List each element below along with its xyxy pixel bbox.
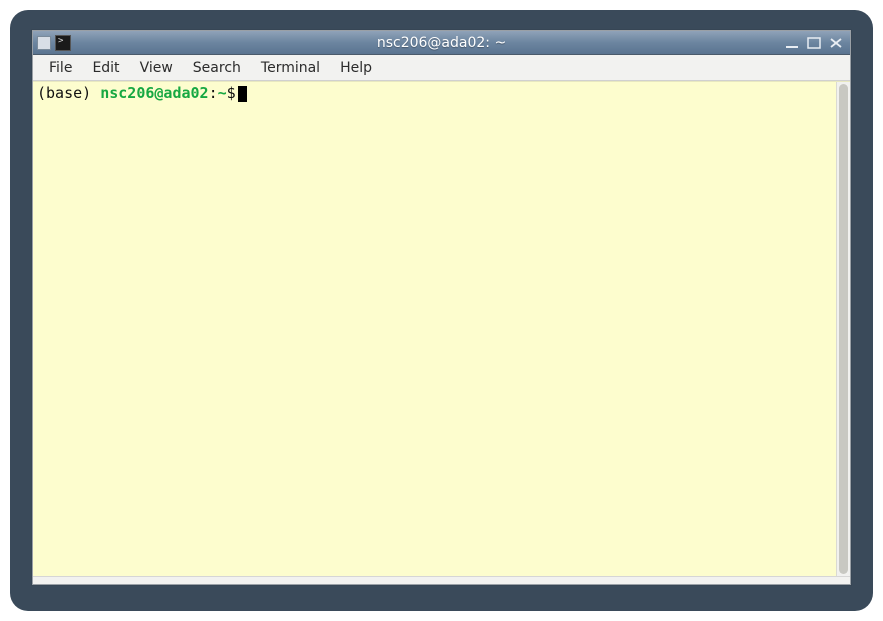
maximize-icon [806, 36, 822, 50]
menu-file[interactable]: File [39, 58, 82, 78]
prompt-env-prefix: (base) [37, 84, 100, 102]
prompt-symbol: $ [227, 84, 236, 102]
minimize-icon [784, 36, 800, 50]
prompt-path: ~ [218, 84, 227, 102]
window-title: nsc206@ada02: ~ [33, 35, 850, 51]
menu-edit[interactable]: Edit [82, 58, 129, 78]
terminal-window: nsc206@ada02: ~ [32, 30, 851, 585]
menu-help[interactable]: Help [330, 58, 382, 78]
close-button[interactable] [826, 34, 846, 52]
titlebar-left [37, 35, 71, 51]
minimize-button[interactable] [782, 34, 802, 52]
titlebar-right [782, 34, 846, 52]
prompt-separator: : [209, 84, 218, 102]
cursor-icon [238, 86, 247, 102]
terminal-body-wrap: (base) nsc206@ada02:~$ [33, 81, 850, 576]
titlebar[interactable]: nsc206@ada02: ~ [33, 31, 850, 55]
terminal-area[interactable]: (base) nsc206@ada02:~$ [33, 82, 836, 576]
maximize-button[interactable] [804, 34, 824, 52]
desktop-frame: nsc206@ada02: ~ [10, 10, 873, 611]
window-menu-icon[interactable] [37, 36, 51, 50]
close-icon [828, 36, 844, 50]
window-bottom-strip [33, 576, 850, 584]
terminal-app-icon [55, 35, 71, 51]
menu-search[interactable]: Search [183, 58, 251, 78]
vertical-scrollbar[interactable] [836, 82, 850, 576]
scrollbar-thumb[interactable] [839, 84, 848, 574]
menubar: File Edit View Search Terminal Help [33, 55, 850, 81]
prompt-user-host: nsc206@ada02 [100, 84, 208, 102]
menu-view[interactable]: View [130, 58, 183, 78]
menu-terminal[interactable]: Terminal [251, 58, 330, 78]
